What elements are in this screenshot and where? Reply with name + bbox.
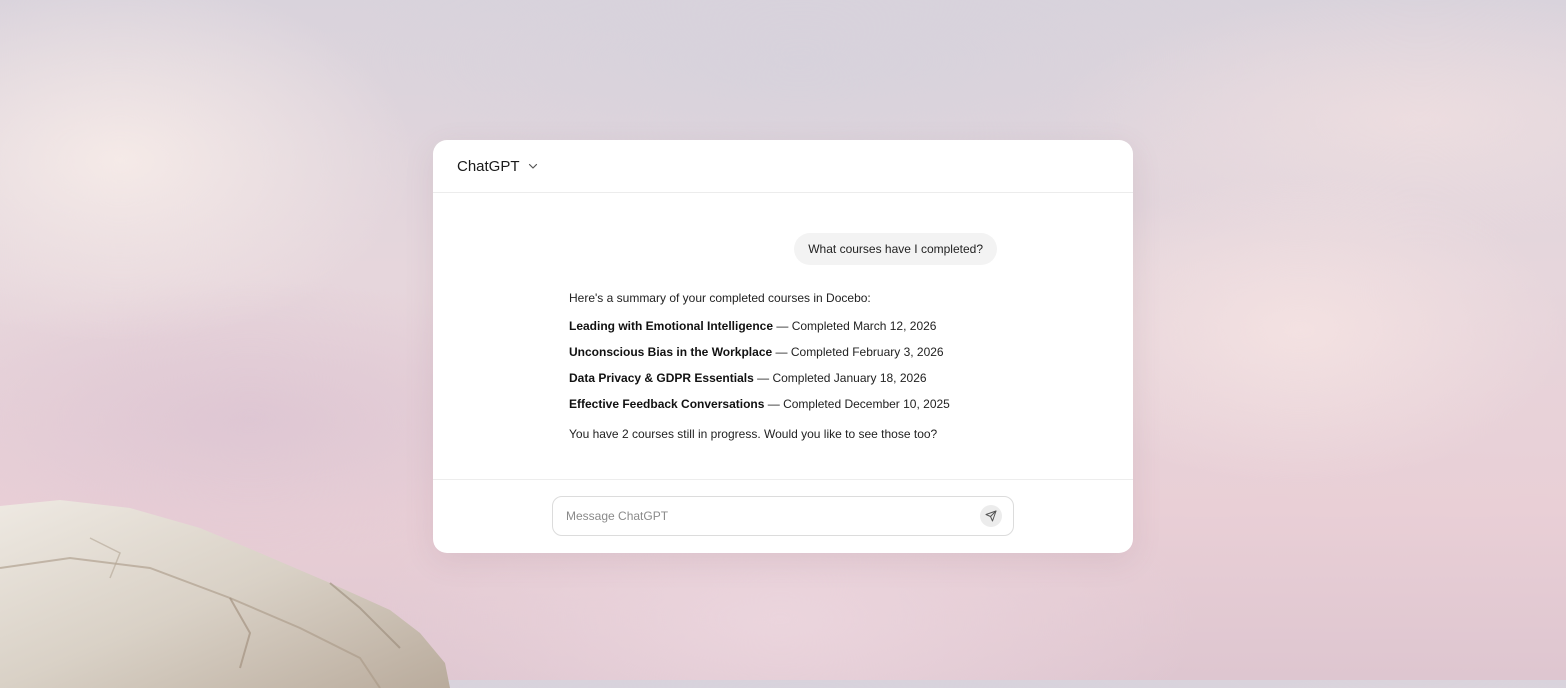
composer-area (433, 479, 1133, 553)
course-item: Data Privacy & GDPR Essentials — Complet… (569, 371, 999, 385)
send-icon (985, 510, 997, 522)
course-title: Leading with Emotional Intelligence (569, 319, 774, 333)
model-selector[interactable]: ChatGPT (457, 158, 538, 175)
chevron-down-icon (528, 163, 537, 169)
course-item: Effective Feedback Conversations — Compl… (569, 397, 999, 411)
user-message-bubble: What courses have I completed? (794, 233, 997, 265)
course-title: Data Privacy & GDPR Essentials (569, 371, 754, 385)
course-item: Leading with Emotional Intelligence — Co… (569, 319, 999, 333)
chat-window: ChatGPT What courses have I completed? H… (433, 140, 1133, 553)
message-input[interactable] (564, 508, 980, 524)
assistant-message: Here's a summary of your completed cours… (569, 291, 999, 441)
course-item: Unconscious Bias in the Workplace — Comp… (569, 345, 999, 359)
assistant-intro: Here's a summary of your completed cours… (569, 291, 871, 305)
course-status: — Completed March 12, 2026 (776, 319, 937, 333)
course-title: Unconscious Bias in the Workplace (569, 345, 773, 359)
course-status: — Completed January 18, 2026 (757, 371, 927, 385)
rock-image (0, 500, 450, 688)
model-name: ChatGPT (457, 157, 520, 175)
conversation-area: What courses have I completed? Here's a … (433, 193, 1133, 480)
course-status: — Completed December 10, 2025 (767, 397, 950, 411)
assistant-outro: You have 2 courses still in progress. Wo… (569, 427, 938, 441)
send-button[interactable] (980, 505, 1002, 527)
message-composer (552, 496, 1014, 536)
course-title: Effective Feedback Conversations (569, 397, 765, 411)
chat-header: ChatGPT (433, 140, 1133, 193)
course-status: — Completed February 3, 2026 (775, 345, 944, 359)
